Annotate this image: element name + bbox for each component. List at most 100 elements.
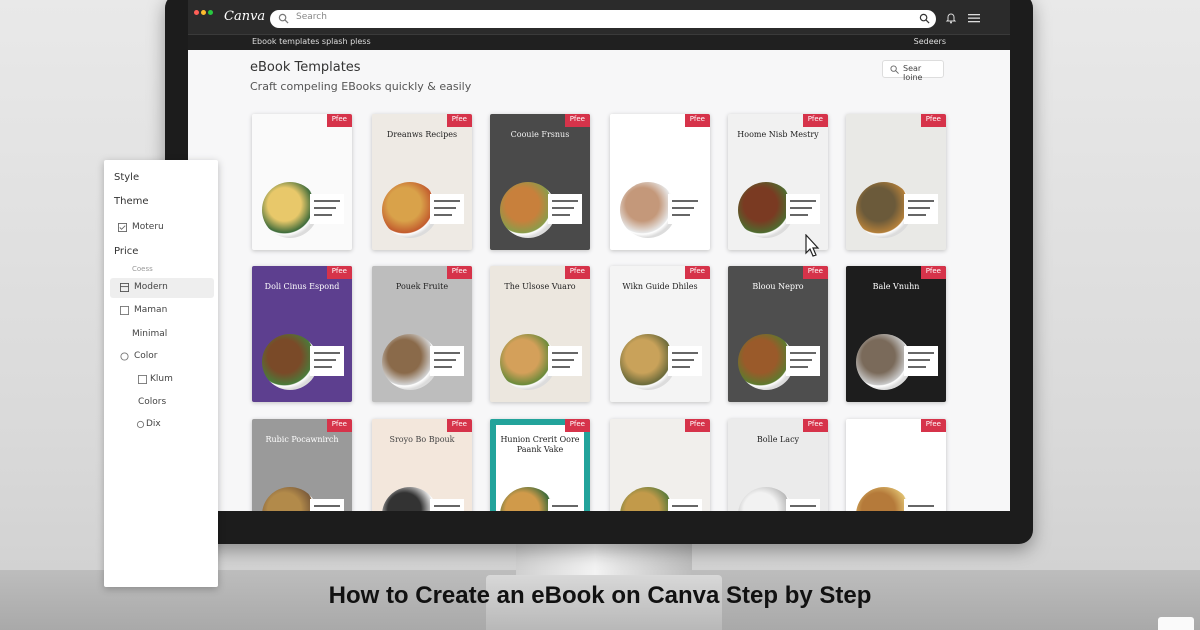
card-text-box	[310, 346, 344, 376]
filter-colors[interactable]: Colors	[138, 397, 166, 407]
template-card[interactable]: Pfee Doli Cinus Espond	[252, 266, 352, 402]
text-line	[672, 505, 698, 507]
card-text-box	[904, 346, 938, 376]
template-title: Pouek Fruite	[395, 282, 449, 291]
search-bar[interactable]: Search	[270, 10, 936, 28]
text-line	[908, 207, 930, 209]
palette-icon	[120, 352, 129, 361]
filter-maman[interactable]: Maman	[134, 305, 167, 315]
text-line	[672, 359, 694, 361]
text-line	[672, 352, 698, 354]
filter-theme-heading[interactable]: Theme	[114, 196, 149, 207]
card-text-box	[668, 499, 702, 511]
card-text-box	[548, 346, 582, 376]
card-text-box	[668, 194, 702, 224]
price-tag: Pfee	[564, 114, 590, 127]
maximize-dot[interactable]	[208, 10, 213, 15]
template-title: Doli Cinus Espond	[264, 282, 340, 291]
template-card[interactable]: Pfee The Ulsose Vuaro	[490, 266, 590, 402]
filter-price-heading[interactable]: Price	[114, 246, 138, 257]
price-tag: Pfee	[920, 266, 946, 279]
text-line	[314, 366, 332, 368]
text-line	[552, 352, 578, 354]
text-line	[672, 214, 690, 216]
text-line	[790, 207, 812, 209]
text-line	[434, 214, 452, 216]
template-title: Hunion Crerit Oore Paank Vake	[500, 435, 580, 454]
text-line	[790, 214, 808, 216]
swatch-icon	[138, 375, 147, 384]
template-title: Rubic Pocawnirch	[265, 435, 339, 444]
close-dot[interactable]	[194, 10, 199, 15]
bell-icon[interactable]	[945, 12, 957, 24]
template-card[interactable]: Pfee Rubic Pocawnirch	[252, 419, 352, 511]
filter-price-sub: Coess	[132, 265, 153, 273]
template-card[interactable]: Pfee	[610, 419, 710, 511]
card-text-box	[786, 346, 820, 376]
card-text-box	[430, 499, 464, 511]
checkbox-icon[interactable]	[118, 223, 127, 232]
text-line	[552, 207, 574, 209]
template-title: Dreanws Recipes	[386, 130, 458, 139]
text-line	[908, 200, 934, 202]
text-line	[790, 200, 816, 202]
filter-minimal[interactable]: Minimal	[132, 329, 167, 339]
text-line	[314, 352, 340, 354]
price-tag: Pfee	[564, 419, 590, 432]
text-line	[790, 359, 812, 361]
template-card[interactable]: Pfee Sroyo Bo Bpouk	[372, 419, 472, 511]
screen: Canva Search Ebook templates splash ples…	[188, 0, 1010, 511]
sort-icon	[890, 65, 899, 74]
template-title: Hoome Nisb Mestry	[737, 130, 819, 139]
card-text-box	[310, 194, 344, 224]
card-text-box	[310, 499, 344, 511]
price-tag: Pfee	[802, 266, 828, 279]
search-submit-icon[interactable]	[919, 13, 930, 24]
text-line	[314, 207, 336, 209]
template-title: Sroyo Bo Bpouk	[389, 435, 455, 444]
template-card[interactable]: Pfee Bale Vnuhn	[846, 266, 946, 402]
text-line	[434, 359, 456, 361]
template-card[interactable]: Pfee Coouie Frsnus	[490, 114, 590, 250]
card-text-box	[548, 194, 582, 224]
template-card[interactable]: Pfee Bloou Nepro	[728, 266, 828, 402]
template-card[interactable]: Pfee Bolle Lacy	[728, 419, 828, 511]
text-line	[314, 359, 336, 361]
filter-theme-option[interactable]: Moteru	[132, 222, 164, 232]
template-card[interactable]: Pfee Wikn Guide Dhiles	[610, 266, 710, 402]
window-controls[interactable]	[194, 0, 215, 19]
text-line	[790, 352, 816, 354]
filter-klum[interactable]: Klum	[150, 374, 173, 384]
price-tag: Pfee	[802, 419, 828, 432]
card-text-box	[904, 499, 938, 511]
bookmark-link[interactable]: Sedeers	[914, 37, 946, 46]
search-input[interactable]: Search	[296, 12, 327, 22]
filter-dix[interactable]: Dix	[146, 419, 161, 429]
card-text-box	[786, 499, 820, 511]
text-line	[434, 505, 460, 507]
template-card[interactable]: Pfee Hunion Crerit Oore Paank Vake	[490, 419, 590, 511]
minimize-dot[interactable]	[201, 10, 206, 15]
price-tag: Pfee	[684, 419, 710, 432]
filter-color[interactable]: Color	[134, 351, 158, 361]
template-card[interactable]: Pfee Pouek Fruite	[372, 266, 472, 402]
text-line	[790, 505, 816, 507]
template-title: Wikn Guide Dhiles	[622, 282, 698, 291]
text-line	[672, 200, 698, 202]
layout-icon	[120, 283, 129, 292]
breadcrumb[interactable]: Ebook templates splash pless	[252, 37, 371, 46]
app-logo[interactable]: Canva	[224, 9, 265, 24]
filter-modern[interactable]: Modern	[134, 282, 168, 292]
price-tag: Pfee	[446, 114, 472, 127]
template-card[interactable]: Pfee	[846, 419, 946, 511]
template-card[interactable]: Pfee	[252, 114, 352, 250]
search-icon	[278, 13, 289, 24]
sort-button[interactable]: Sear Ioine	[882, 60, 944, 82]
template-card[interactable]: Pfee Dreanws Recipes	[372, 114, 472, 250]
price-tag: Pfee	[446, 419, 472, 432]
menu-icon[interactable]	[968, 13, 980, 23]
template-card[interactable]: Pfee	[846, 114, 946, 250]
filter-panel: Style Theme Moteru Price Coess Modern Ma…	[104, 160, 218, 587]
template-card[interactable]: Pfee	[610, 114, 710, 250]
template-card[interactable]: Pfee Hoome Nisb Mestry	[728, 114, 828, 250]
